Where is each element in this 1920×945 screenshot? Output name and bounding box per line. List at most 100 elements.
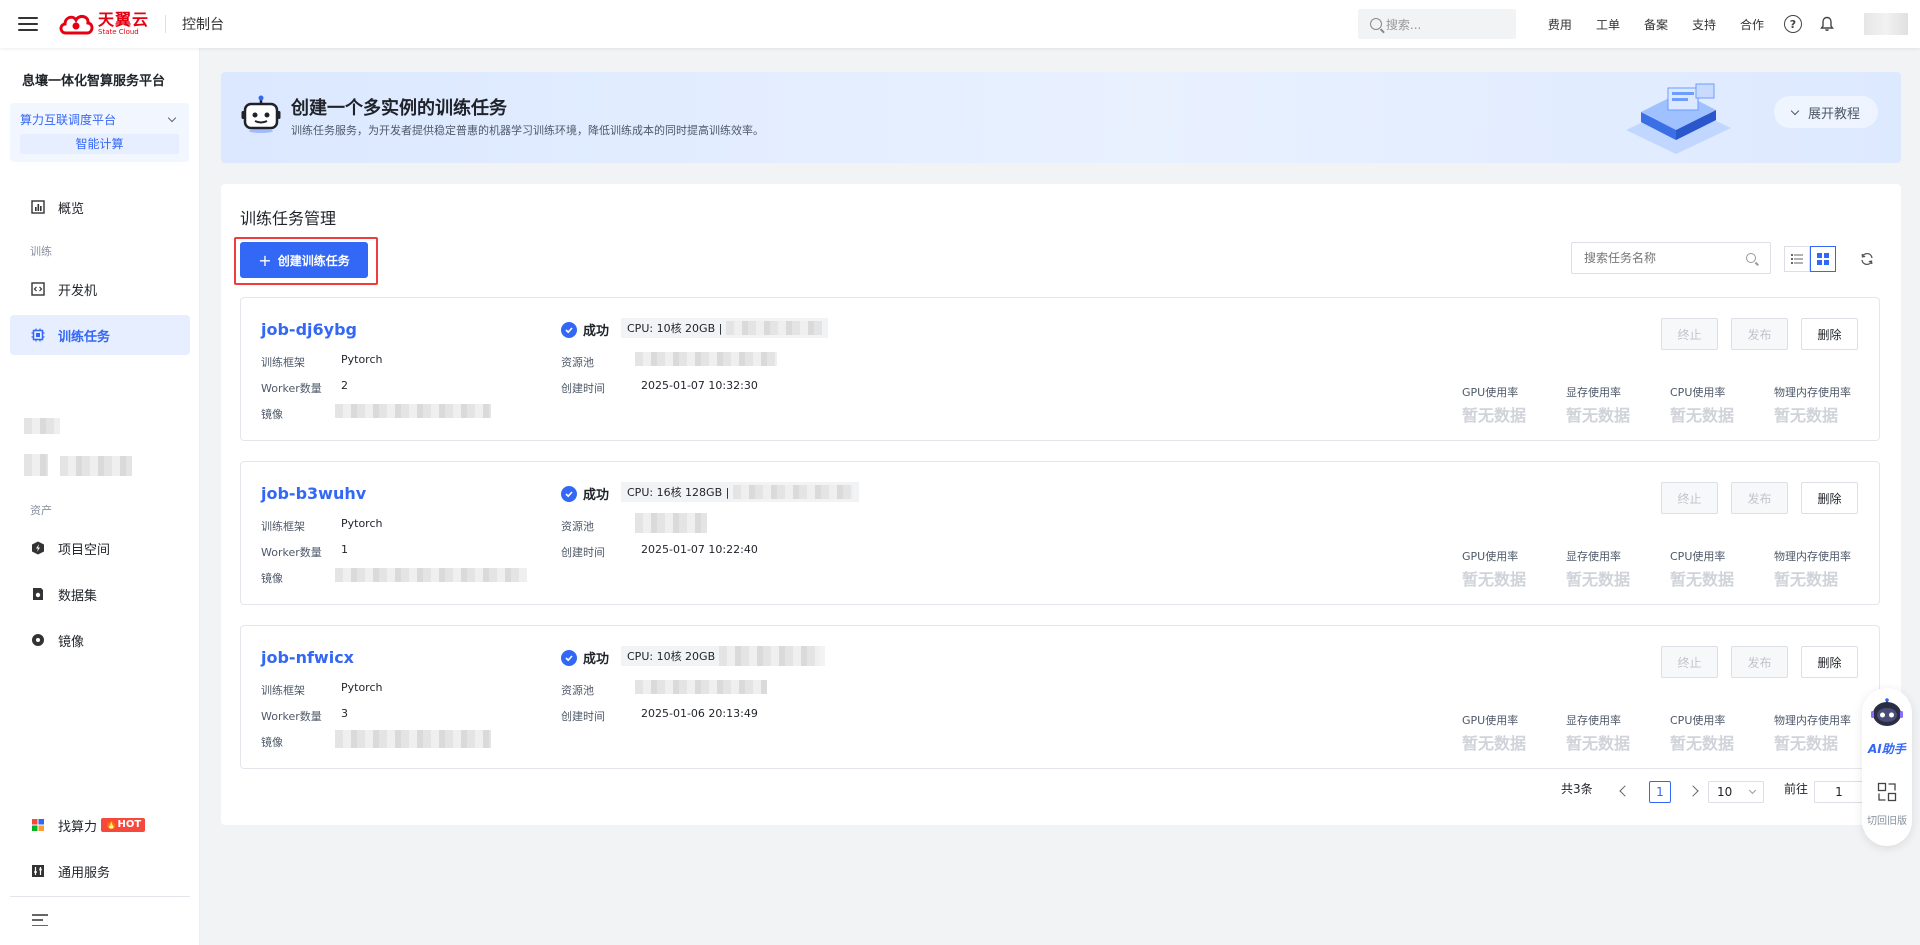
page-size-value: 10 [1717,785,1733,799]
status-text: 成功 [583,324,610,339]
cpu-usage-metric: CPU使用率 暂无数据 [1670,548,1734,590]
disc-icon [30,632,46,648]
stop-button[interactable]: 终止 [1661,482,1718,514]
image-label: 镜像 [261,736,283,749]
filing-link[interactable]: 备案 [1644,16,1668,33]
metric-label: GPU使用率 [1462,386,1519,399]
job-name-link[interactable]: job-nfwicx [261,648,354,667]
goto-page-value[interactable]: 1 [1814,781,1864,803]
delete-button[interactable]: 删除 [1801,318,1858,350]
platform-sub-item[interactable]: 智能计算 [20,134,179,154]
switch-version-icon[interactable] [1877,782,1897,802]
global-search-placeholder: 搜索... [1385,17,1422,32]
page-size-select[interactable]: 10 [1708,781,1764,803]
cpu-usage-metric: CPU使用率 暂无数据 [1670,384,1734,426]
sidebar-item-label: 项目空间 [58,542,111,558]
banner-title: 创建一个多实例的训练任务 [291,98,507,119]
pool-label: 资源池 [561,684,594,697]
sidebar-item-label: 概览 [58,201,85,217]
task-card: job-nfwicx 训练框架 Pytorch Worker数量 3 镜像 成功… [240,625,1880,769]
publish-button[interactable]: 发布 [1731,646,1788,678]
search-icon[interactable] [1746,253,1756,263]
floating-assistant-panel: AI助手 切回旧版 [1862,688,1912,846]
global-search-input[interactable]: 搜索... [1357,9,1516,39]
next-page-icon[interactable] [1687,785,1699,797]
collapse-sidebar-icon[interactable] [32,914,48,926]
goto-label: 前往 [1784,782,1809,796]
framework-value: Pytorch [341,517,383,530]
metric-label: CPU使用率 [1670,550,1726,563]
metric-label: 物理内存使用率 [1774,386,1851,399]
blurred-nav-item [24,418,60,434]
metric-value: 暂无数据 [1462,406,1527,425]
pagination-pages: 1 [1649,781,1671,803]
refresh-icon[interactable] [1858,250,1876,268]
platform-selector[interactable]: 算力互联调度平台 智能计算 [10,103,189,162]
task-card: job-dj6ybg 训练框架 Pytorch Worker数量 2 镜像 成功… [240,297,1880,441]
prev-page-icon[interactable] [1619,785,1631,797]
grid-view-icon[interactable] [1810,246,1836,272]
hot-badge-text: HOT [117,819,142,830]
help-icon[interactable]: ? [1784,15,1802,33]
gpu-usage-metric: GPU使用率 暂无数据 [1462,712,1526,754]
mem-usage-metric: 物理内存使用率 暂无数据 [1774,548,1851,590]
ticket-link[interactable]: 工单 [1596,16,1620,33]
status-badge: 成功 [561,320,609,339]
page-number-current[interactable]: 1 [1649,781,1671,803]
sidebar-item-general-service[interactable]: 通用服务 [10,851,190,891]
gpu-usage-metric: GPU使用率暂无数据 [1462,384,1526,426]
metric-label: 物理内存使用率 [1774,714,1851,727]
metric-value: 暂无数据 [1774,570,1839,589]
console-title[interactable]: 控制台 [182,14,224,34]
delete-button[interactable]: 删除 [1801,482,1858,514]
spec-redacted [733,485,854,499]
sidebar-item-image[interactable]: 镜像 [10,620,190,660]
resource-spec-text: CPU: 10核 20GB [627,650,716,663]
task-search-input[interactable] [1584,251,1746,265]
check-circle-icon [561,485,577,502]
blurred-nav-icon [24,454,48,476]
support-link[interactable]: 支持 [1692,16,1716,33]
bell-icon[interactable] [1818,15,1836,33]
goto-page-input[interactable]: 1 [1814,781,1864,803]
logo-en-text: State Cloud [98,28,139,36]
delete-button[interactable]: 删除 [1801,646,1858,678]
metric-value: 暂无数据 [1462,734,1527,753]
billing-link[interactable]: 费用 [1548,16,1572,33]
ai-assistant-label[interactable]: AI助手 [1868,740,1906,757]
stop-button[interactable]: 终止 [1661,318,1718,350]
job-name-link[interactable]: job-b3wuhv [261,484,366,503]
state-cloud-logo[interactable]: 天翼云 State Cloud [58,9,149,39]
stop-button[interactable]: 终止 [1661,646,1718,678]
sidebar-item-project-space[interactable]: 项目空间 [10,528,190,568]
sidebar-item-overview[interactable]: 概览 [10,187,190,227]
image-value-redacted [335,404,491,418]
ai-robot-icon[interactable] [1870,698,1904,728]
platform-select-label: 算力互联调度平台 [20,113,117,127]
publish-button[interactable]: 发布 [1731,318,1788,350]
cpu-usage-metric: CPU使用率 暂无数据 [1670,712,1734,754]
expand-tutorial-button[interactable]: 展开教程 [1774,96,1878,128]
hamburger-menu-icon[interactable] [18,17,38,31]
lightning-icon [30,540,46,556]
sidebar-item-training-task[interactable]: 训练任务 [10,315,190,355]
nav-group-training: 训练 [30,245,52,258]
sidebar-item-devmachine[interactable]: 开发机 [10,269,190,309]
framework-label: 训练框架 [261,356,305,369]
metric-value: 暂无数据 [1462,570,1527,589]
framework-value: Pytorch [341,353,383,366]
switch-version-label[interactable]: 切回旧版 [1867,812,1907,827]
task-search-field[interactable] [1571,242,1771,274]
sidebar-item-dataset[interactable]: 数据集 [10,574,190,614]
gpu-usage-metric: GPU使用率 暂无数据 [1462,548,1526,590]
image-label: 镜像 [261,408,283,421]
sidebar-item-find-compute[interactable]: 找算力 🔥HOT [10,805,190,845]
partner-link[interactable]: 合作 [1740,16,1764,33]
user-avatar[interactable] [1864,13,1908,35]
publish-button[interactable]: 发布 [1731,482,1788,514]
pool-label: 资源池 [561,520,594,533]
list-view-icon[interactable] [1784,246,1810,272]
job-name-link[interactable]: job-dj6ybg [261,320,357,339]
create-training-task-button[interactable]: + 创建训练任务 [240,242,368,278]
created-label: 创建时间 [561,710,605,723]
